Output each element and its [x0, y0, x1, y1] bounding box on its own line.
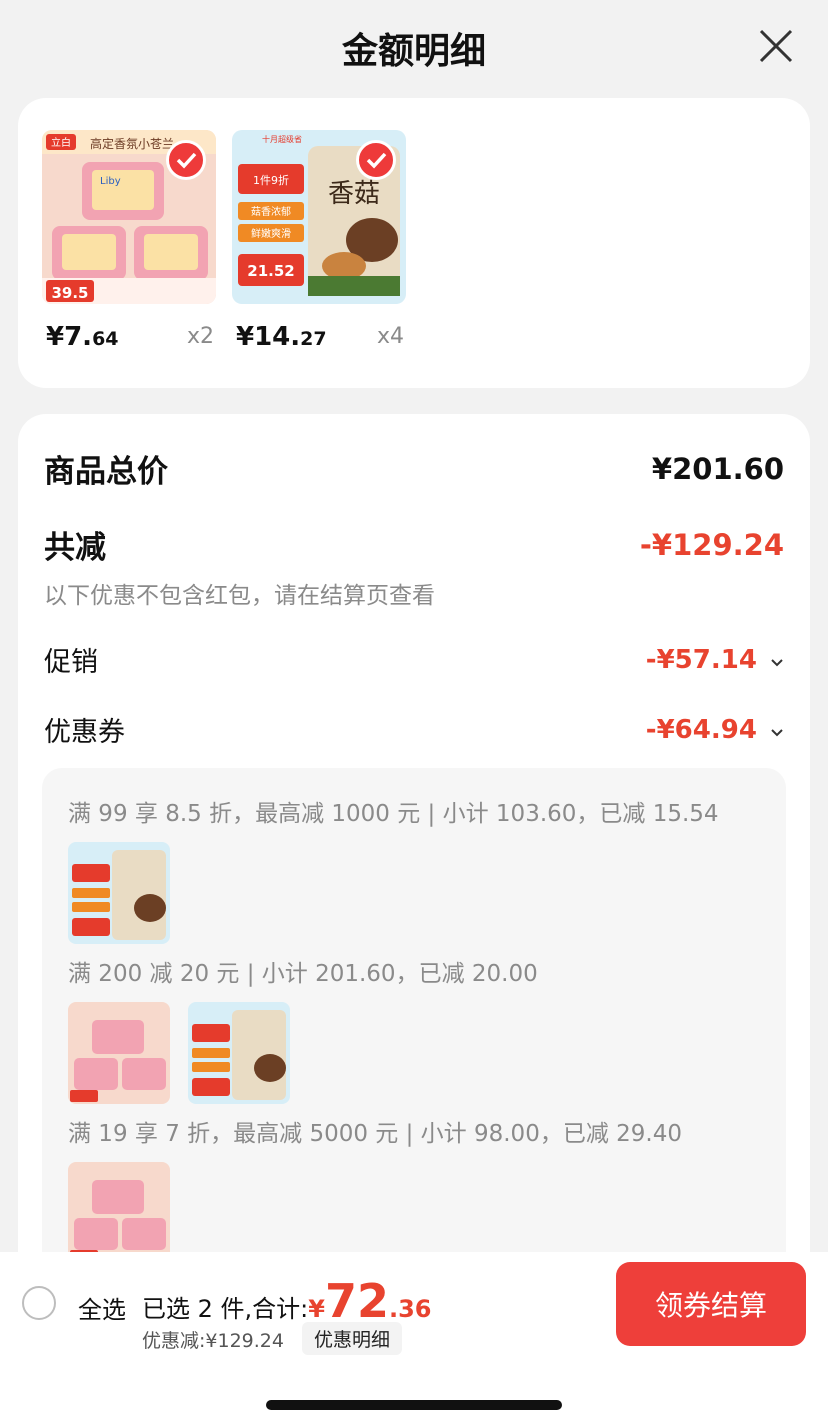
- coupon-rule: 满 99 享 8.5 折，最高减 1000 元 | 小计 103.60，已减 1…: [68, 801, 719, 827]
- discount-note: 以下优惠不包含红包，请在结算页查看: [44, 583, 435, 609]
- reduce-value: -¥129.24: [639, 527, 784, 562]
- product-thumbnail: 十月超级省 香菇 1件9折 菇香浓郁 鲜嫩爽滑 21.52: [232, 130, 406, 304]
- coupon-product-thumbnail: [68, 1162, 170, 1264]
- thumb-badge: 十月超级省: [262, 134, 302, 144]
- currency-symbol: ¥: [308, 1295, 325, 1323]
- selected-products-card: 立白 高定香氛小苍兰 Liby 39.5 ¥7.64 x2 十月超级省 香菇 1…: [18, 98, 810, 388]
- promo-label: 促销: [44, 647, 98, 678]
- total-row: 商品总价 ¥201.60: [44, 446, 784, 491]
- coupon-product-thumbnail: [188, 1002, 290, 1104]
- product-item[interactable]: 立白 高定香氛小苍兰 Liby 39.5 ¥7.64 x2: [42, 130, 216, 352]
- selected-check-icon[interactable]: [166, 140, 206, 180]
- home-indicator: [266, 1400, 562, 1410]
- close-icon[interactable]: [758, 28, 794, 64]
- thumb-promo: 菇香浓郁: [251, 205, 291, 218]
- coupon-value: -¥64.94: [645, 714, 757, 745]
- coupon-product-thumbnail: [68, 842, 170, 944]
- thumb-promo: 鲜嫩爽滑: [251, 227, 291, 240]
- selected-count-text: 已选 2 件,合计:: [142, 1295, 309, 1323]
- chevron-down-icon[interactable]: [770, 658, 784, 668]
- discount-detail-button[interactable]: 优惠明细: [302, 1322, 403, 1355]
- thumb-brand: Liby: [100, 176, 121, 187]
- discount-total: 优惠减:¥129.24: [142, 1330, 284, 1352]
- coupon-label: 优惠券: [44, 717, 125, 748]
- product-quantity: x2: [186, 324, 214, 349]
- select-all-radio[interactable]: [22, 1286, 56, 1320]
- thumb-price: 39.5: [51, 284, 88, 302]
- sheet-title: 金额明细: [341, 31, 486, 72]
- select-all-label[interactable]: 全选: [78, 1290, 126, 1325]
- promo-row[interactable]: 促销 -¥57.14: [44, 640, 784, 679]
- checkout-button[interactable]: 领券结算: [616, 1262, 806, 1346]
- coupon-rule: 满 200 减 20 元 | 小计 201.60，已减 20.00: [68, 961, 538, 987]
- total-integer: 72: [324, 1274, 389, 1328]
- product-thumbnail: 立白 高定香氛小苍兰 Liby 39.5: [42, 130, 216, 304]
- coupon-rule: 满 19 享 7 折，最高减 5000 元 | 小计 98.00，已减 29.4…: [68, 1121, 682, 1147]
- reduce-label: 共减: [44, 530, 106, 566]
- total-label: 商品总价: [44, 454, 168, 490]
- product-quantity: x4: [376, 324, 404, 349]
- product-price: ¥7.64: [46, 322, 119, 352]
- thumb-price: 21.52: [247, 262, 294, 280]
- selected-check-icon[interactable]: [356, 140, 396, 180]
- total-value: ¥201.60: [651, 451, 784, 486]
- promo-value: -¥57.14: [645, 644, 757, 675]
- total-decimal: .36: [388, 1295, 432, 1323]
- thumb-title: 香菇: [328, 179, 380, 209]
- coupon-row[interactable]: 优惠券 -¥64.94: [44, 710, 784, 749]
- sheet-header: 金额明细: [0, 0, 828, 92]
- product-price: ¥14.27: [236, 322, 327, 352]
- thumb-promo: 1件9折: [253, 173, 289, 187]
- checkout-bar: 全选 已选 2 件,合计:¥72.36 优惠减:¥129.24 优惠明细 领券结…: [0, 1252, 828, 1426]
- coupon-product-thumbnail: [68, 1002, 170, 1104]
- thumb-title: 高定香氛小苍兰: [90, 136, 174, 151]
- thumb-badge: 立白: [51, 136, 71, 149]
- product-item[interactable]: 十月超级省 香菇 1件9折 菇香浓郁 鲜嫩爽滑 21.52 ¥14.27 x4: [232, 130, 406, 352]
- reduce-row: 共减 -¥129.24: [44, 522, 784, 567]
- order-total: 已选 2 件,合计:¥72.36: [142, 1274, 431, 1328]
- chevron-up-icon[interactable]: [770, 728, 784, 738]
